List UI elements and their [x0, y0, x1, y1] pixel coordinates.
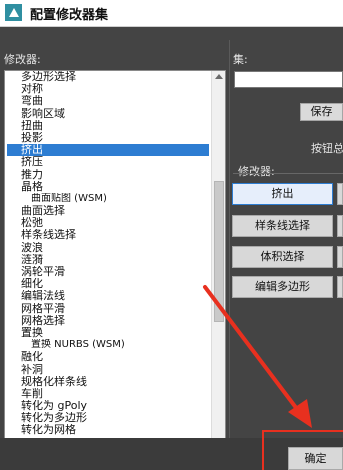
- title-bar: 配置修改器集: [0, 0, 343, 27]
- list-item[interactable]: 融化: [7, 351, 209, 363]
- list-item[interactable]: 投影: [7, 132, 209, 144]
- list-item[interactable]: 转化为网格: [7, 424, 209, 436]
- set-label: 集:: [233, 53, 248, 66]
- list-item[interactable]: 多边形选择: [7, 71, 209, 83]
- list-item[interactable]: 置换: [7, 327, 209, 339]
- list-item[interactable]: 扭曲: [7, 120, 209, 132]
- list-item[interactable]: 网格选择: [7, 315, 209, 327]
- modifiers-section-label: 修改器:: [238, 165, 275, 178]
- set-name-input[interactable]: [234, 71, 343, 88]
- annotation-highlight-box: [262, 430, 343, 470]
- scroll-up-arrow-icon[interactable]: [215, 74, 223, 79]
- list-item[interactable]: 转化为 gPoly: [7, 400, 209, 412]
- modifier-button-slot[interactable]: [337, 215, 343, 237]
- list-item[interactable]: 转化为多边形: [7, 412, 209, 424]
- list-item[interactable]: 细化: [7, 278, 209, 290]
- modifiers-list[interactable]: 多边形选择 对称 弯曲 影响区域 扭曲 投影 挤出 挤压 推力 晶格 曲面贴图 …: [4, 70, 226, 440]
- list-item[interactable]: 涡轮平滑: [7, 266, 209, 278]
- modifier-button-extrude[interactable]: 挤出: [232, 183, 333, 205]
- list-item[interactable]: 样条线选择: [7, 229, 209, 241]
- list-item[interactable]: 松弛: [7, 217, 209, 229]
- list-item[interactable]: 推力: [7, 169, 209, 181]
- list-item[interactable]: 挤压: [7, 156, 209, 168]
- divider: [233, 173, 343, 174]
- modifiers-list-label: 修改器:: [4, 53, 41, 66]
- window-title: 配置修改器集: [30, 8, 109, 23]
- list-item-selected[interactable]: 挤出: [7, 144, 209, 157]
- list-item[interactable]: 车削: [7, 388, 209, 400]
- list-item[interactable]: 补洞: [7, 364, 209, 376]
- modifiers-list-items: 多边形选择 对称 弯曲 影响区域 扭曲 投影 挤出 挤压 推力 晶格 曲面贴图 …: [7, 71, 209, 437]
- list-item[interactable]: 规格化样条线: [7, 376, 209, 388]
- list-item[interactable]: 对称: [7, 83, 209, 95]
- scroll-thumb[interactable]: [214, 181, 224, 322]
- modifier-button-slot[interactable]: [337, 276, 343, 298]
- list-item[interactable]: 弯曲: [7, 95, 209, 107]
- list-item[interactable]: 置换 NURBS (WSM): [7, 339, 209, 351]
- list-item[interactable]: 涟漪: [7, 254, 209, 266]
- list-item[interactable]: 曲面贴图 (WSM): [7, 193, 209, 205]
- save-button[interactable]: 保存: [300, 103, 343, 121]
- modifier-button-slot[interactable]: [337, 246, 343, 268]
- app-icon: [5, 4, 22, 21]
- modifier-button-slot[interactable]: [337, 183, 343, 205]
- modifier-button-spline-select[interactable]: 样条线选择: [232, 215, 333, 237]
- total-buttons-label: 按钮总: [311, 142, 343, 155]
- list-item[interactable]: 网格平滑: [7, 303, 209, 315]
- modifier-button-edit-poly[interactable]: 编辑多边形: [232, 276, 333, 298]
- list-item[interactable]: 波浪: [7, 242, 209, 254]
- modifier-button-volume-select[interactable]: 体积选择: [232, 246, 333, 268]
- list-scrollbar[interactable]: [211, 71, 225, 439]
- list-item[interactable]: 编辑法线: [7, 290, 209, 302]
- list-item[interactable]: 晶格: [7, 181, 209, 193]
- panel-divider: [229, 40, 230, 438]
- list-item[interactable]: 影响区域: [7, 108, 209, 120]
- list-item[interactable]: 曲面选择: [7, 205, 209, 217]
